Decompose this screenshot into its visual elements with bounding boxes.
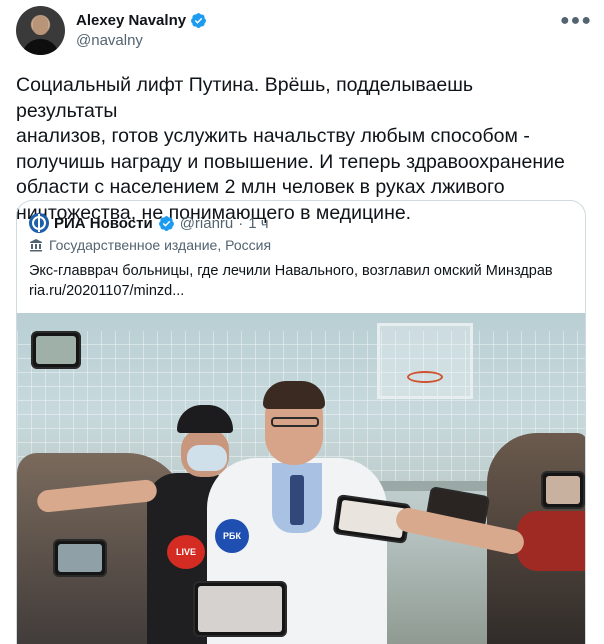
phone-bottom-center bbox=[193, 581, 287, 637]
basketball-rim bbox=[407, 371, 443, 383]
author-name-block: Alexey Navalny @navalny bbox=[76, 12, 207, 49]
quoted-time[interactable]: 1 ч bbox=[248, 215, 268, 232]
basketball-backboard bbox=[377, 323, 473, 399]
quoted-separator: · bbox=[238, 214, 244, 232]
doctor-tie bbox=[290, 475, 304, 525]
doctor-glasses bbox=[271, 417, 319, 427]
rbk-label: РБК bbox=[223, 531, 241, 541]
quoted-affiliation: Государственное издание, Россия bbox=[29, 237, 271, 253]
quoted-name[interactable]: РИА Новости bbox=[54, 215, 153, 232]
avatar-face bbox=[33, 16, 48, 35]
quoted-affiliation-text: Государственное издание, Россия bbox=[49, 237, 272, 253]
author-display-name[interactable]: Alexey Navalny bbox=[76, 12, 207, 29]
phone-left bbox=[53, 539, 107, 577]
tweet-header: Alexey Navalny @navalny ●●● bbox=[16, 6, 591, 56]
more-dots-icon[interactable]: ●●● bbox=[560, 12, 591, 32]
quoted-link[interactable]: ria.ru/20201107/minzd... bbox=[29, 281, 577, 301]
phone-top-left bbox=[31, 331, 81, 369]
verified-badge-icon bbox=[158, 215, 174, 231]
live-label: LIVE bbox=[175, 547, 196, 557]
red-sleeve bbox=[517, 511, 585, 571]
quoted-photo[interactable]: РБК LIVE bbox=[17, 313, 585, 644]
quoted-text-block: Экс-главврач больницы, где лечили Наваль… bbox=[29, 261, 577, 301]
quoted-text: Экс-главврач больницы, где лечили Наваль… bbox=[29, 263, 553, 279]
author-display-name-text: Alexey Navalny bbox=[76, 12, 187, 29]
verified-badge-icon bbox=[191, 13, 207, 28]
quoted-header: РИА Новости @rianru · 1 ч bbox=[29, 213, 269, 233]
quoted-handle[interactable]: @rianru bbox=[180, 215, 234, 232]
government-building-icon bbox=[30, 239, 42, 252]
doctor-hair bbox=[263, 381, 325, 409]
microphone-live: LIVE bbox=[167, 535, 205, 569]
author-handle[interactable]: @navalny bbox=[76, 32, 207, 49]
ria-logo-icon[interactable] bbox=[29, 213, 49, 233]
quoted-tweet[interactable]: РИА Новости @rianru · 1 ч Государственно… bbox=[16, 200, 586, 644]
author-avatar[interactable] bbox=[16, 6, 65, 55]
phone-right bbox=[541, 471, 585, 509]
microphone-rbk: РБК bbox=[215, 519, 249, 553]
face-mask bbox=[187, 445, 227, 471]
avatar-shoulders bbox=[22, 39, 59, 55]
